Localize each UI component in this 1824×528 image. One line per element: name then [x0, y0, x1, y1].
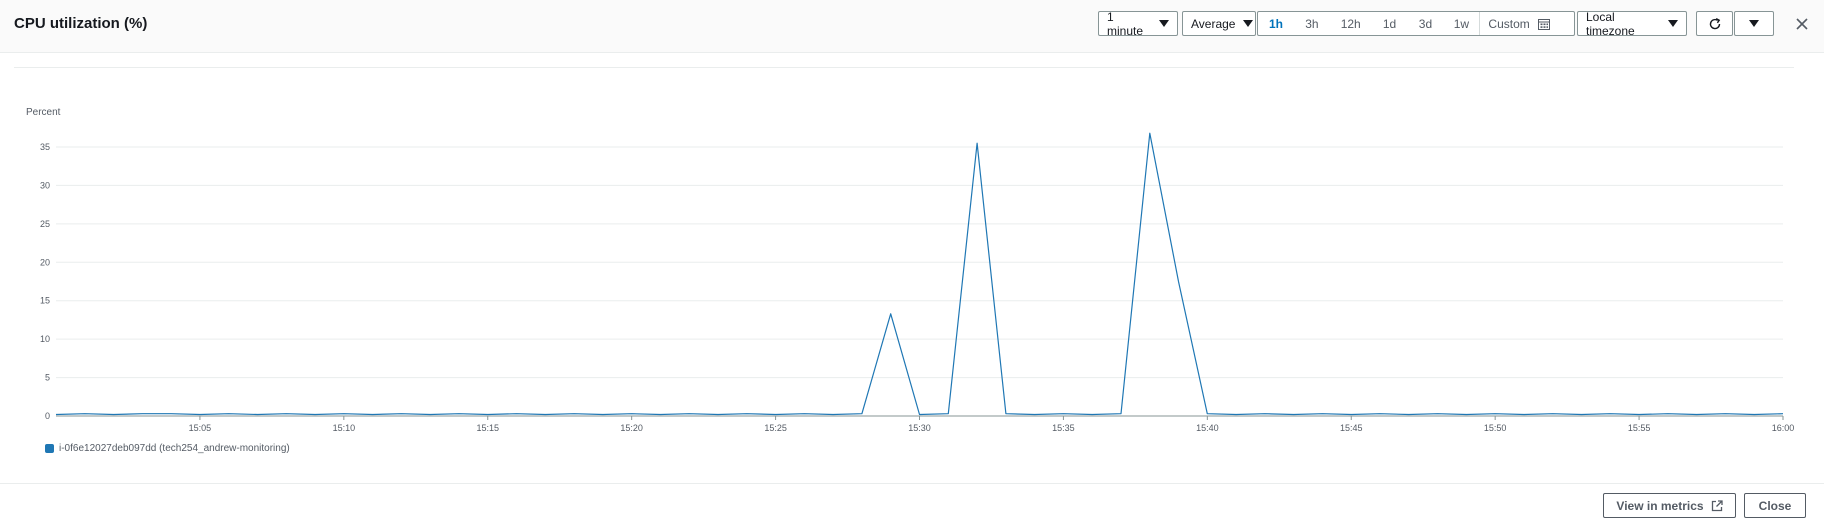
x-tick-label: 15:20: [620, 423, 643, 433]
view-in-metrics-label: View in metrics: [1616, 498, 1704, 513]
x-tick-label: 15:45: [1340, 423, 1363, 433]
x-tick-label: 15:35: [1052, 423, 1075, 433]
x-tick-label: 15:40: [1196, 423, 1219, 433]
legend-swatch: [45, 444, 54, 453]
y-tick-label: 25: [40, 219, 50, 229]
close-label: Close: [1758, 498, 1792, 513]
chart-legend[interactable]: i-0f6e12027deb097dd (tech254_andrew-moni…: [45, 443, 290, 454]
y-tick-label: 5: [45, 373, 50, 383]
external-link-icon: [1711, 499, 1723, 511]
legend-label: i-0f6e12027deb097dd (tech254_andrew-moni…: [59, 443, 290, 454]
x-tick-label: 15:05: [189, 423, 212, 433]
x-tick-label: 15:15: [476, 423, 499, 433]
x-tick-label: 15:30: [908, 423, 931, 433]
y-tick-label: 15: [40, 296, 50, 306]
y-tick-label: 10: [40, 334, 50, 344]
close-button[interactable]: Close: [1744, 493, 1806, 518]
cpu-chart: 0 5 10 15 20 25 30 35 15:05 15:10 15:15 15:20 15:25 1…: [40, 132, 1795, 433]
x-tick-label: 15:50: [1484, 423, 1507, 433]
x-tick-label: 15:55: [1628, 423, 1651, 433]
x-tick-label: 15:25: [764, 423, 787, 433]
series-line: [55, 132, 1784, 416]
y-tick-label: 30: [40, 180, 50, 190]
y-tick-label: 35: [40, 142, 50, 152]
y-tick-label: 20: [40, 257, 50, 267]
footer-divider: [0, 483, 1824, 484]
y-tick-label: 0: [45, 411, 50, 421]
view-in-metrics-button[interactable]: View in metrics: [1603, 493, 1736, 518]
x-tick-label: 15:10: [333, 423, 356, 433]
x-tick-label: 16:00: [1772, 423, 1795, 433]
